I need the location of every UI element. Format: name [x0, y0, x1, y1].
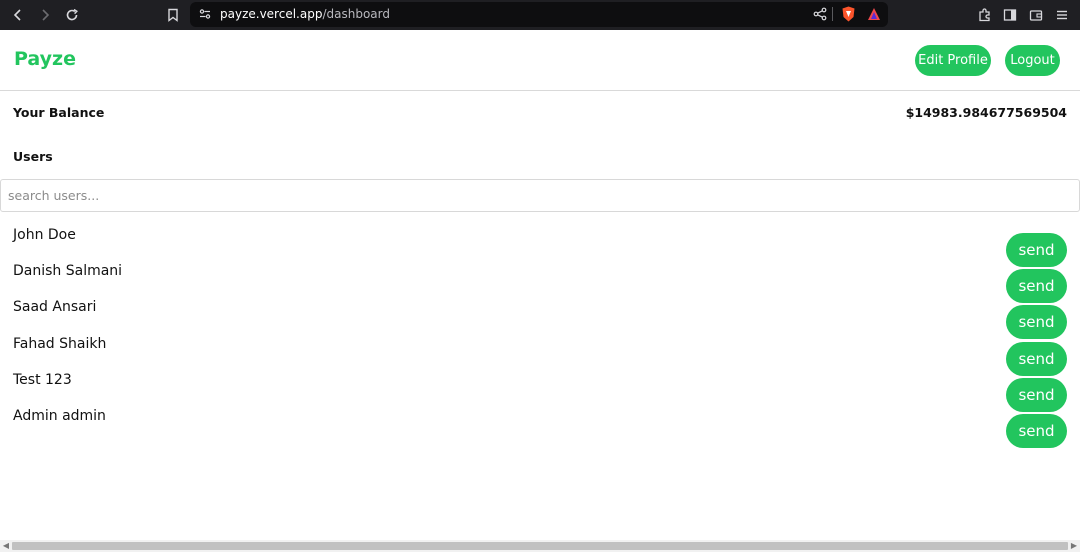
user-row: John Doe send — [0, 227, 1080, 267]
urlbar-divider — [832, 7, 833, 21]
scroll-left-icon[interactable]: ◀ — [2, 542, 10, 550]
site-settings-icon[interactable] — [199, 8, 211, 20]
share-icon[interactable] — [813, 7, 827, 21]
user-row: Saad Ansari send — [0, 299, 1080, 339]
user-name: Danish Salmani — [13, 263, 123, 279]
user-row: Danish Salmani send — [0, 263, 1080, 303]
send-button[interactable]: send — [1006, 233, 1067, 267]
url-path: /dashboard — [322, 7, 390, 21]
user-row: Admin admin send — [0, 408, 1080, 448]
brand-logo[interactable]: Payze — [14, 48, 76, 70]
bookmark-icon[interactable] — [162, 4, 184, 26]
app-header: Payze Edit Profile Logout — [0, 30, 1080, 91]
user-name: John Doe — [13, 227, 76, 243]
user-name: Test 123 — [13, 372, 72, 388]
send-button[interactable]: send — [1006, 269, 1067, 303]
extensions-icon[interactable] — [974, 4, 996, 26]
brave-shields-icon[interactable] — [841, 6, 856, 22]
back-icon[interactable] — [7, 4, 29, 26]
reload-icon[interactable] — [61, 4, 83, 26]
brave-rewards-icon[interactable] — [867, 7, 881, 21]
scrollbar-thumb[interactable] — [12, 542, 1068, 550]
edit-profile-button[interactable]: Edit Profile — [915, 45, 991, 76]
address-bar[interactable]: payze.vercel.app/dashboard — [190, 2, 888, 27]
url-host: payze.vercel.app — [220, 7, 323, 21]
user-row: Test 123 send — [0, 372, 1080, 412]
user-name: Fahad Shaikh — [13, 336, 107, 352]
logout-button[interactable]: Logout — [1005, 45, 1060, 76]
send-button[interactable]: send — [1006, 414, 1067, 448]
forward-icon[interactable] — [34, 4, 56, 26]
menu-icon[interactable] — [1051, 4, 1073, 26]
send-button[interactable]: send — [1006, 378, 1067, 412]
balance-value: $14983.984677569504 — [905, 105, 1067, 120]
send-button[interactable]: send — [1006, 342, 1067, 376]
search-users-input[interactable] — [0, 179, 1080, 212]
user-row: Fahad Shaikh send — [0, 336, 1080, 376]
url-text: payze.vercel.app/dashboard — [220, 7, 390, 21]
horizontal-scrollbar[interactable]: ◀ ▶ — [0, 540, 1080, 552]
balance-label: Your Balance — [13, 105, 105, 120]
scroll-right-icon[interactable]: ▶ — [1070, 542, 1078, 550]
send-button[interactable]: send — [1006, 305, 1067, 339]
user-name: Saad Ansari — [13, 299, 97, 315]
users-heading: Users — [13, 149, 53, 164]
user-name: Admin admin — [13, 408, 106, 424]
browser-toolbar: payze.vercel.app/dashboard — [0, 0, 1080, 30]
sidebar-icon[interactable] — [999, 4, 1021, 26]
wallet-icon[interactable] — [1025, 4, 1047, 26]
